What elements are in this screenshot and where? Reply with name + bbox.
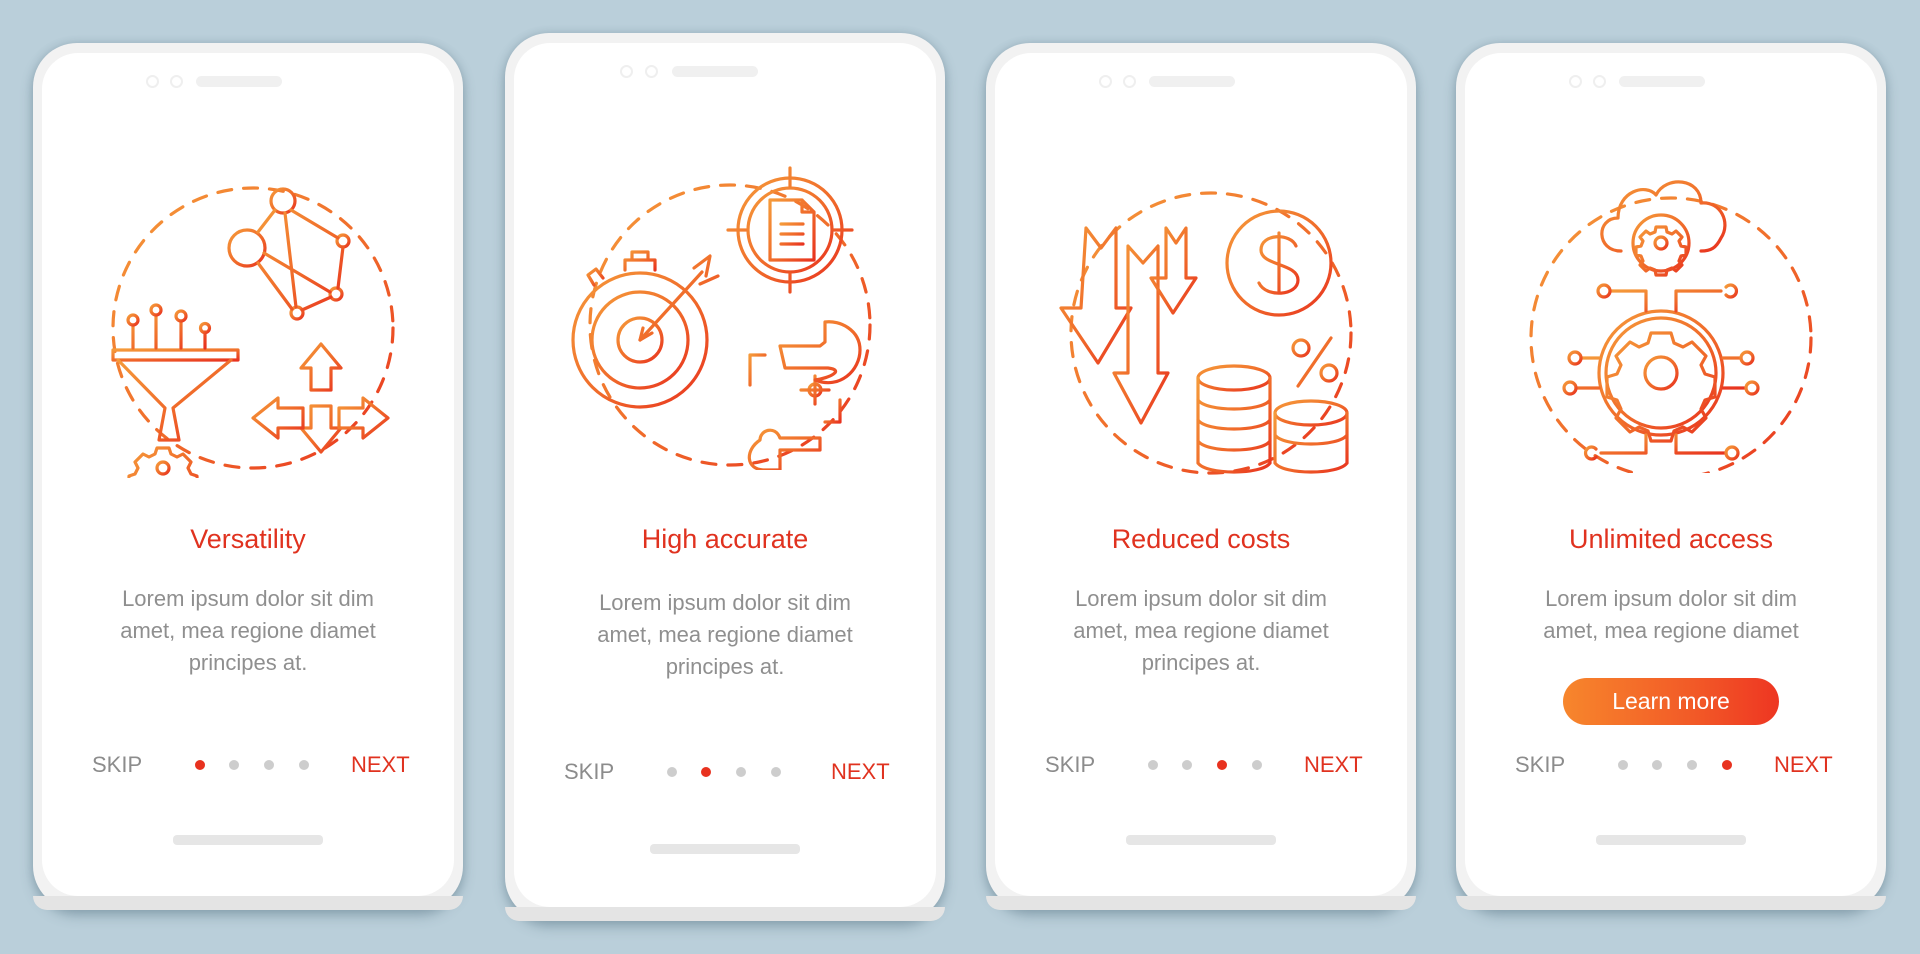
description-line: Lorem ipsum dolor sit dim xyxy=(599,590,851,615)
versatility-illustration xyxy=(111,186,395,478)
sensor-icon xyxy=(1593,75,1606,88)
home-indicator[interactable] xyxy=(173,835,323,845)
framing-hands-icon xyxy=(747,320,862,470)
page-dot-active[interactable] xyxy=(1722,760,1732,770)
next-button[interactable]: NEXT xyxy=(831,757,890,787)
access-illustration xyxy=(1529,180,1813,473)
network-icon xyxy=(227,187,351,321)
description-line: principes at. xyxy=(1141,650,1261,675)
description-line: Lorem ipsum dolor sit dim xyxy=(122,586,374,611)
screen-title: Unlimited access xyxy=(1568,524,1774,554)
skip-button[interactable]: SKIP xyxy=(1045,750,1095,780)
page-dot[interactable] xyxy=(771,767,781,777)
home-indicator[interactable] xyxy=(1126,835,1276,845)
phone-screen: Versatility Lorem ipsum dolor sit dim am… xyxy=(42,53,454,896)
page-dot[interactable] xyxy=(1182,760,1192,770)
phone-screen: Reduced costs Lorem ipsum dolor sit dim … xyxy=(995,53,1407,896)
funnel-icon xyxy=(111,303,240,442)
camera-icon xyxy=(146,75,159,88)
page-dot[interactable] xyxy=(1687,760,1697,770)
page-dot[interactable] xyxy=(1652,760,1662,770)
description-line: amet, mea regione diamet xyxy=(1073,618,1329,643)
page-dot[interactable] xyxy=(299,760,309,770)
speaker-grille xyxy=(1149,76,1235,87)
four-way-arrows-icon xyxy=(251,342,390,454)
coin-stacks-icon xyxy=(1196,364,1349,474)
page-dot[interactable] xyxy=(1148,760,1158,770)
screen-description: Lorem ipsum dolor sit dim amet, mea regi… xyxy=(1465,583,1877,647)
learn-more-button[interactable]: Learn more xyxy=(1563,678,1779,725)
dashed-circle xyxy=(1069,191,1353,475)
description-line: principes at. xyxy=(188,650,308,675)
page-dot-active[interactable] xyxy=(701,767,711,777)
speaker-grille xyxy=(196,76,282,87)
percent-icon xyxy=(1291,336,1339,388)
next-button[interactable]: NEXT xyxy=(351,750,410,780)
page-dot[interactable] xyxy=(667,767,677,777)
page-dot[interactable] xyxy=(264,760,274,770)
camera-icon xyxy=(1569,75,1582,88)
speaker-grille xyxy=(1619,76,1705,87)
speaker-grille xyxy=(672,66,758,77)
next-button[interactable]: NEXT xyxy=(1304,750,1363,780)
description-line: principes at. xyxy=(665,654,785,679)
phone-screen: Unlimited access Lorem ipsum dolor sit d… xyxy=(1465,53,1877,896)
cloud-gear-icon xyxy=(1600,180,1727,277)
screen-description: Lorem ipsum dolor sit dim amet, mea regi… xyxy=(42,583,454,679)
screen-title: Versatility xyxy=(190,524,306,554)
description-line: amet, mea regione diamet xyxy=(597,622,853,647)
page-dot-active[interactable] xyxy=(195,760,205,770)
circuit-gear-icon xyxy=(1562,283,1760,461)
camera-icon xyxy=(1099,75,1112,88)
stopwatch-target-icon xyxy=(571,250,720,409)
costs-illustration xyxy=(1059,191,1353,475)
pager-nav: SKIP NEXT xyxy=(1465,750,1877,780)
sensor-icon xyxy=(645,65,658,78)
screen-title: High accurate xyxy=(641,524,809,554)
page-dot[interactable] xyxy=(229,760,239,770)
accuracy-illustration xyxy=(571,166,872,470)
page-dot-active[interactable] xyxy=(1217,760,1227,770)
page-dot[interactable] xyxy=(1252,760,1262,770)
page-dot[interactable] xyxy=(1618,760,1628,770)
onboarding-screen-versatility: Versatility Lorem ipsum dolor sit dim am… xyxy=(33,43,463,910)
description-line: Lorem ipsum dolor sit dim xyxy=(1075,586,1327,611)
home-indicator[interactable] xyxy=(650,844,800,854)
screen-description: Lorem ipsum dolor sit dim amet, mea regi… xyxy=(995,583,1407,679)
sensor-icon xyxy=(1123,75,1136,88)
pager-nav: SKIP NEXT xyxy=(42,750,454,780)
description-line: amet, mea regione diamet xyxy=(1543,618,1799,643)
onboarding-screen-high-accurate: High accurate Lorem ipsum dolor sit dim … xyxy=(505,33,945,921)
down-arrows-icon xyxy=(1059,226,1198,425)
phone-screen: High accurate Lorem ipsum dolor sit dim … xyxy=(514,43,936,907)
screen-description: Lorem ipsum dolor sit dim amet, mea regi… xyxy=(514,587,936,683)
description-line: Lorem ipsum dolor sit dim xyxy=(1545,586,1797,611)
sensor-icon xyxy=(170,75,183,88)
description-line: amet, mea regione diamet xyxy=(120,618,376,643)
home-indicator[interactable] xyxy=(1596,835,1746,845)
next-button[interactable]: NEXT xyxy=(1774,750,1833,780)
dollar-coin-icon xyxy=(1225,209,1333,317)
skip-button[interactable]: SKIP xyxy=(92,750,142,780)
camera-icon xyxy=(620,65,633,78)
pager-nav: SKIP NEXT xyxy=(514,757,936,787)
pager-nav: SKIP NEXT xyxy=(995,750,1407,780)
onboarding-screen-unlimited-access: Unlimited access Lorem ipsum dolor sit d… xyxy=(1456,43,1886,910)
skip-button[interactable]: SKIP xyxy=(1515,750,1565,780)
page-dot[interactable] xyxy=(736,767,746,777)
skip-button[interactable]: SKIP xyxy=(564,757,614,787)
onboarding-screen-reduced-costs: Reduced costs Lorem ipsum dolor sit dim … xyxy=(986,43,1416,910)
screen-title: Reduced costs xyxy=(1111,524,1291,554)
